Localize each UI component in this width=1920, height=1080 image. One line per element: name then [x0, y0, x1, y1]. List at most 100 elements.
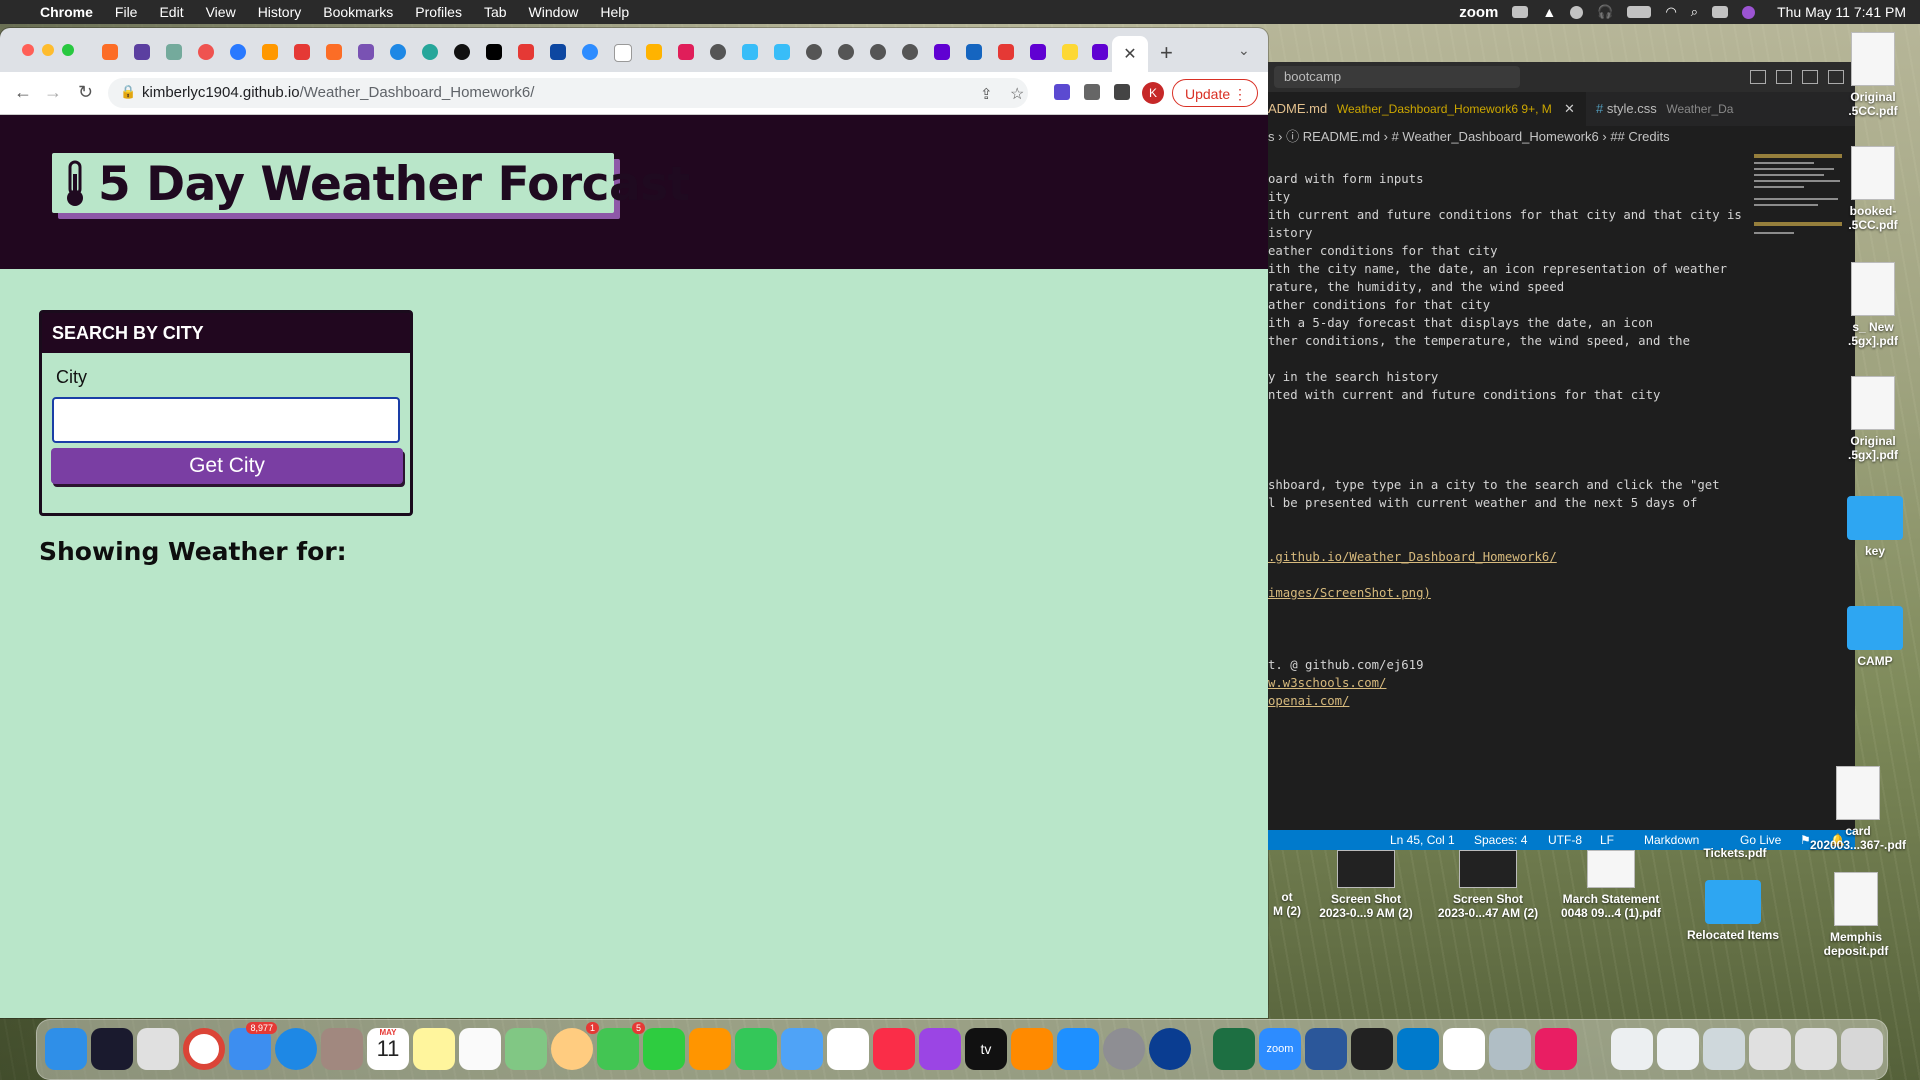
- tab-medium-icon[interactable]: [486, 44, 502, 60]
- code-line[interactable]: y in the search history: [1268, 370, 1438, 384]
- layout-sidebar-icon[interactable]: [1750, 70, 1766, 84]
- vscode-tab-style[interactable]: # style.css Weather_Da: [1596, 92, 1756, 126]
- contacts-icon[interactable]: [321, 1028, 363, 1070]
- tab-chatgpt-icon[interactable]: [166, 44, 182, 60]
- new-tab-button[interactable]: +: [1160, 40, 1173, 66]
- trash-icon[interactable]: [1841, 1028, 1883, 1070]
- code-line[interactable]: nted with current and future conditions …: [1268, 388, 1660, 402]
- tab-bootstrap-icon[interactable]: [358, 44, 374, 60]
- chrome-icon[interactable]: [183, 1028, 225, 1070]
- city-input[interactable]: [52, 397, 400, 443]
- launchpad-icon[interactable]: [137, 1028, 179, 1070]
- url-text[interactable]: kimberlyc1904.github.io/Weather_Dashboar…: [142, 84, 534, 101]
- mail-icon[interactable]: 8,977: [229, 1022, 277, 1070]
- code-line[interactable]: t. @ github.com/ej619: [1268, 658, 1423, 672]
- desktop-file[interactable]: booked- .5CC.pdf: [1830, 146, 1916, 232]
- code-line[interactable]: ther conditions, the temperature, the wi…: [1268, 334, 1690, 348]
- tab-clock-icon[interactable]: [422, 44, 438, 60]
- tab-gitlab-icon[interactable]: [102, 44, 118, 60]
- zoom-status-label[interactable]: zoom: [1459, 4, 1498, 21]
- bookmark-star-icon[interactable]: ☆: [1010, 84, 1026, 103]
- tab-mail-icon[interactable]: [134, 44, 150, 60]
- tab-red-icon[interactable]: [198, 44, 214, 60]
- minimize-window-button[interactable]: [42, 44, 54, 56]
- code-line[interactable]: eather conditions for that city: [1268, 244, 1498, 258]
- tab-tailwind-icon[interactable]: [742, 44, 758, 60]
- safari-icon[interactable]: [275, 1028, 317, 1070]
- tab-globe-icon-4[interactable]: [870, 44, 886, 60]
- vscode-icon[interactable]: [1397, 1028, 1439, 1070]
- notes-icon[interactable]: [413, 1028, 455, 1070]
- zoom-app-icon[interactable]: zoom: [1259, 1028, 1301, 1070]
- active-tab[interactable]: ✕: [1112, 36, 1148, 72]
- desktop-file[interactable]: card 202003...367-.pdf: [1796, 766, 1920, 852]
- layout-secondary-icon[interactable]: [1802, 70, 1818, 84]
- code-line[interactable]: istory: [1268, 226, 1312, 240]
- siri-app-icon[interactable]: [91, 1028, 133, 1070]
- forward-button[interactable]: →: [44, 82, 62, 103]
- desktop-file[interactable]: s_ New .5gx].pdf: [1830, 262, 1916, 348]
- desktop-file[interactable]: March Statement 0048 09...4 (1).pdf: [1548, 850, 1674, 920]
- vscode-editor[interactable]: oard with form inputs ity ith current an…: [1268, 172, 1748, 708]
- profile-avatar[interactable]: K: [1142, 82, 1164, 104]
- code-line[interactable]: ith the city name, the date, an icon rep…: [1268, 262, 1727, 276]
- desktop-folder[interactable]: Relocated Items: [1678, 880, 1788, 942]
- tab-globe-icon-5[interactable]: [902, 44, 918, 60]
- calendar-icon[interactable]: MAY 11: [367, 1028, 409, 1070]
- books-icon[interactable]: [1011, 1028, 1053, 1070]
- reminders-icon[interactable]: [459, 1028, 501, 1070]
- close-tab-icon[interactable]: ✕: [1123, 44, 1136, 64]
- menu-app-name[interactable]: Chrome: [40, 4, 93, 20]
- siri-icon[interactable]: [1742, 5, 1756, 19]
- status-position[interactable]: Ln 45, Col 1: [1390, 830, 1455, 850]
- breadcrumb-item[interactable]: s: [1268, 129, 1275, 144]
- lock-icon[interactable]: 🔒: [120, 84, 136, 100]
- get-city-button[interactable]: Get City: [51, 448, 403, 484]
- menu-file[interactable]: File: [115, 4, 138, 20]
- desktop-folder[interactable]: key: [1840, 496, 1910, 558]
- status-spaces[interactable]: Spaces: 4: [1474, 830, 1527, 850]
- desktop-file[interactable]: Original .5gx].pdf: [1830, 376, 1916, 462]
- close-window-button[interactable]: [22, 44, 34, 56]
- layout-panel-icon[interactable]: [1776, 70, 1792, 84]
- dock-screenshot-stack-icon[interactable]: [1703, 1028, 1745, 1070]
- desktop-file[interactable]: Screen Shot 2023-0...9 AM (2): [1308, 850, 1424, 920]
- back-button[interactable]: ←: [14, 82, 32, 103]
- tab-wikipedia-icon[interactable]: [614, 44, 632, 62]
- photos-icon[interactable]: 1: [551, 1022, 599, 1070]
- keynote-icon[interactable]: [781, 1028, 823, 1070]
- share-icon[interactable]: ⇪: [980, 85, 996, 103]
- tab-flag-icon[interactable]: [966, 44, 982, 60]
- desktop-folder[interactable]: CAMP: [1840, 606, 1910, 668]
- battery-icon[interactable]: [1627, 6, 1652, 18]
- news-icon[interactable]: [827, 1028, 869, 1070]
- menu-profiles[interactable]: Profiles: [415, 4, 462, 20]
- menu-window[interactable]: Window: [529, 4, 579, 20]
- tab-yahoo-icon[interactable]: [934, 44, 950, 60]
- tab-gitlab-icon-2[interactable]: [326, 44, 342, 60]
- messages-icon[interactable]: 5: [597, 1022, 645, 1070]
- tab-orange-doc-icon[interactable]: [646, 44, 662, 60]
- tab-orange-shield-icon[interactable]: [262, 44, 278, 60]
- code-line[interactable]: rature, the humidity, and the wind speed: [1268, 280, 1564, 294]
- code-line[interactable]: oard with form inputs: [1268, 172, 1423, 186]
- menu-bookmarks[interactable]: Bookmarks: [323, 4, 393, 20]
- color-picker-icon[interactable]: [1535, 1028, 1577, 1070]
- facetime-icon[interactable]: [643, 1028, 685, 1070]
- menu-view[interactable]: View: [206, 4, 236, 20]
- more-menu-icon[interactable]: ⋮: [1233, 80, 1247, 108]
- slack-icon[interactable]: [1443, 1028, 1485, 1070]
- tab-yahoo-icon-2[interactable]: [1030, 44, 1046, 60]
- code-line[interactable]: ith current and future conditions for th…: [1268, 208, 1742, 222]
- tab-blue-swirl-icon-2[interactable]: [390, 44, 406, 60]
- excel-icon[interactable]: [1213, 1028, 1255, 1070]
- control-center-icon[interactable]: [1712, 6, 1729, 18]
- code-line[interactable]: shboard, type type in a city to the sear…: [1268, 478, 1720, 492]
- numbers-icon[interactable]: [735, 1028, 777, 1070]
- apple-tv-icon[interactable]: tv: [965, 1028, 1007, 1070]
- tab-tailwind-icon-2[interactable]: [774, 44, 790, 60]
- code-link-line[interactable]: .github.io/Weather_Dashboard_Homework6/: [1268, 550, 1557, 564]
- dock-document-icon[interactable]: [1611, 1028, 1653, 1070]
- update-chrome-button[interactable]: Update ⋮: [1172, 79, 1258, 107]
- tab-red-square-icon-2[interactable]: [518, 44, 534, 60]
